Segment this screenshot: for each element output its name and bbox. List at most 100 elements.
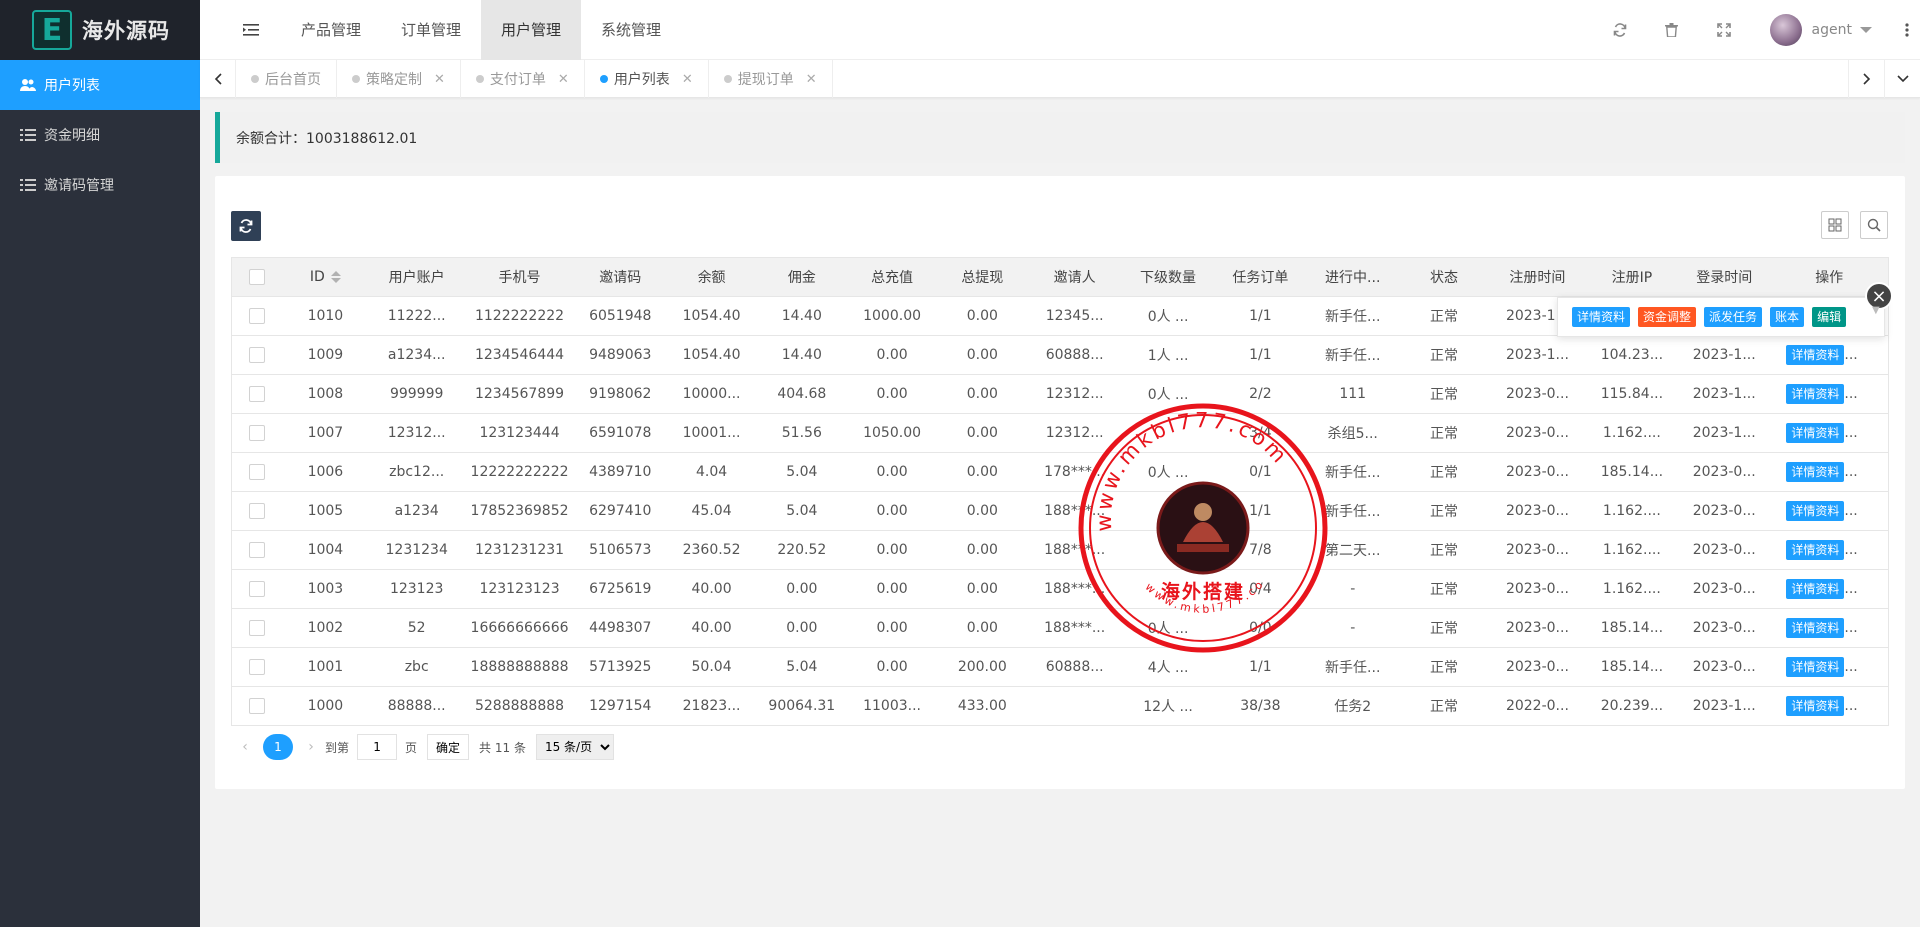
table-cell: 40.00	[666, 569, 757, 609]
tab-payment-orders[interactable]: 支付订单 ✕	[461, 60, 585, 98]
row-checkbox[interactable]	[249, 385, 266, 402]
row-checkbox[interactable]	[249, 346, 266, 363]
page-tabs-bar: 后台首页 策略定制 ✕ 支付订单 ✕ 用户列表 ✕ 提现订单 ✕	[200, 60, 1920, 98]
nav-product-management[interactable]: 产品管理	[281, 0, 381, 60]
goto-page-input[interactable]	[357, 734, 398, 760]
menu-fold-icon[interactable]	[221, 0, 281, 60]
tab-user-list[interactable]: 用户列表 ✕	[585, 60, 709, 98]
tabs-scroll-left-icon[interactable]	[200, 60, 236, 98]
row-checkbox[interactable]	[249, 619, 266, 636]
sidebar-item-user-list[interactable]: 用户列表	[0, 60, 200, 110]
table-cell: 12312...	[368, 413, 465, 453]
tab-strategy[interactable]: 策略定制 ✕	[337, 60, 461, 98]
header-select-all-cell	[232, 258, 283, 297]
detail-button[interactable]: 详情资料	[1786, 383, 1845, 404]
table-refresh-button[interactable]	[231, 211, 261, 241]
nav-user-management[interactable]: 用户管理	[481, 0, 582, 60]
detail-button[interactable]: 详情资料	[1786, 422, 1845, 443]
table-cell	[1121, 530, 1215, 570]
more-actions-ellipsis[interactable]: ...	[1844, 659, 1857, 675]
nav-system-management[interactable]: 系统管理	[581, 0, 681, 60]
table-cell: 1人 ...	[1121, 335, 1215, 375]
column-header: 注册IP	[1585, 258, 1679, 297]
row-action-button[interactable]: 详情资料	[1572, 307, 1631, 327]
next-page-icon[interactable]: ›	[297, 739, 325, 755]
sidebar-item-invite-code[interactable]: 邀请码管理	[0, 160, 200, 210]
sidebar-item-fund-detail[interactable]: 资金明细	[0, 110, 200, 160]
close-icon[interactable]: ✕	[806, 72, 817, 87]
column-header[interactable]: ID	[282, 258, 369, 297]
table-cell: 5106573	[574, 530, 667, 570]
table-row: 1003 123123 123123123 6725619 40.00 0.00 0.00 0…	[232, 569, 1888, 609]
detail-button[interactable]: 详情资料	[1786, 500, 1845, 521]
refresh-icon[interactable]	[1594, 0, 1646, 60]
row-checkbox[interactable]	[249, 541, 266, 558]
row-checkbox[interactable]	[249, 697, 266, 714]
page-size-select[interactable]: 15 条/页	[535, 734, 614, 760]
table-cell: 3/4	[1214, 413, 1307, 453]
brand-name: 海外源码	[82, 19, 170, 43]
more-actions-ellipsis[interactable]: ...	[1844, 542, 1857, 558]
table-row: 1000 88888... 5288888888 1297154 21823... 900…	[232, 686, 1888, 725]
detail-button[interactable]: 详情资料	[1786, 539, 1845, 560]
tab-dashboard[interactable]: 后台首页	[236, 60, 337, 98]
trash-icon[interactable]	[1646, 0, 1698, 60]
sort-icon[interactable]	[330, 270, 341, 283]
row-action-button[interactable]: 派发任务	[1704, 307, 1763, 327]
brand-logo[interactable]: E 海外源码	[0, 0, 200, 60]
row-select-cell	[232, 530, 283, 570]
prev-page-icon[interactable]: ‹	[231, 739, 259, 755]
row-checkbox[interactable]	[249, 424, 266, 441]
close-icon[interactable]: ✕	[682, 72, 693, 87]
more-actions-ellipsis[interactable]: ...	[1844, 698, 1857, 714]
row-action-button[interactable]: 编辑	[1812, 307, 1847, 327]
row-action-button[interactable]: 资金调整	[1638, 307, 1697, 327]
nav-order-management[interactable]: 订单管理	[381, 0, 481, 60]
more-actions-ellipsis[interactable]: ...	[1844, 620, 1857, 636]
close-icon[interactable]: ✕	[558, 72, 569, 87]
tabs-scroll-right-icon[interactable]	[1848, 60, 1884, 98]
detail-button[interactable]: 详情资料	[1786, 617, 1845, 638]
fullscreen-icon[interactable]	[1698, 0, 1750, 60]
row-action-button[interactable]: 账本	[1770, 307, 1805, 327]
table-cell: 0/1	[1214, 452, 1307, 492]
table-cell: 正常	[1398, 530, 1490, 570]
table-cell: 0.00	[756, 569, 847, 609]
table-cell: 1.162....	[1585, 491, 1679, 531]
table-row: 1001 zbc 18888888888 5713925 50.04 5.04 0.00 20…	[232, 647, 1888, 687]
table-cell: 2023-1...	[1489, 335, 1586, 375]
row-checkbox[interactable]	[249, 502, 266, 519]
more-actions-ellipsis[interactable]: ...	[1844, 464, 1857, 480]
more-vertical-icon[interactable]	[1894, 0, 1920, 60]
table-cell	[1121, 569, 1215, 609]
page-number-current[interactable]: 1	[263, 734, 293, 760]
detail-button[interactable]: 详情资料	[1786, 461, 1845, 482]
table-search-button[interactable]	[1860, 211, 1888, 239]
row-checkbox[interactable]	[249, 463, 266, 480]
select-all-checkbox[interactable]	[249, 268, 266, 285]
tab-dot-icon	[475, 75, 484, 83]
close-icon[interactable]: ✕	[434, 72, 445, 87]
goto-label: 到第	[325, 740, 350, 755]
detail-button[interactable]: 详情资料	[1786, 578, 1845, 599]
more-actions-ellipsis[interactable]: ...	[1844, 347, 1857, 363]
detail-button[interactable]: 详情资料	[1786, 344, 1845, 365]
user-menu[interactable]: agent	[1750, 14, 1894, 46]
more-actions-ellipsis[interactable]: ...	[1844, 386, 1857, 402]
goto-confirm-button[interactable]: 确定	[427, 734, 470, 760]
detail-button[interactable]: 详情资料	[1786, 695, 1845, 716]
tab-label: 后台首页	[265, 72, 321, 88]
row-checkbox[interactable]	[249, 658, 266, 675]
more-actions-ellipsis[interactable]: ...	[1844, 581, 1857, 597]
table-cell: 1231231231	[464, 530, 575, 570]
detail-button[interactable]: 详情资料	[1786, 656, 1845, 677]
column-filter-button[interactable]	[1821, 211, 1849, 239]
row-checkbox[interactable]	[249, 580, 266, 597]
popup-scroll-down-icon[interactable]: ▼	[1872, 305, 1880, 316]
row-checkbox[interactable]	[249, 307, 266, 324]
tab-withdraw-orders[interactable]: 提现订单 ✕	[709, 60, 833, 98]
more-actions-ellipsis[interactable]: ...	[1844, 503, 1857, 519]
more-actions-ellipsis[interactable]: ...	[1844, 425, 1857, 441]
tabs-menu-chevron-down-icon[interactable]	[1884, 60, 1920, 98]
sidebar: E 海外源码 用户列表 资金明细 邀请码管理	[0, 0, 200, 927]
